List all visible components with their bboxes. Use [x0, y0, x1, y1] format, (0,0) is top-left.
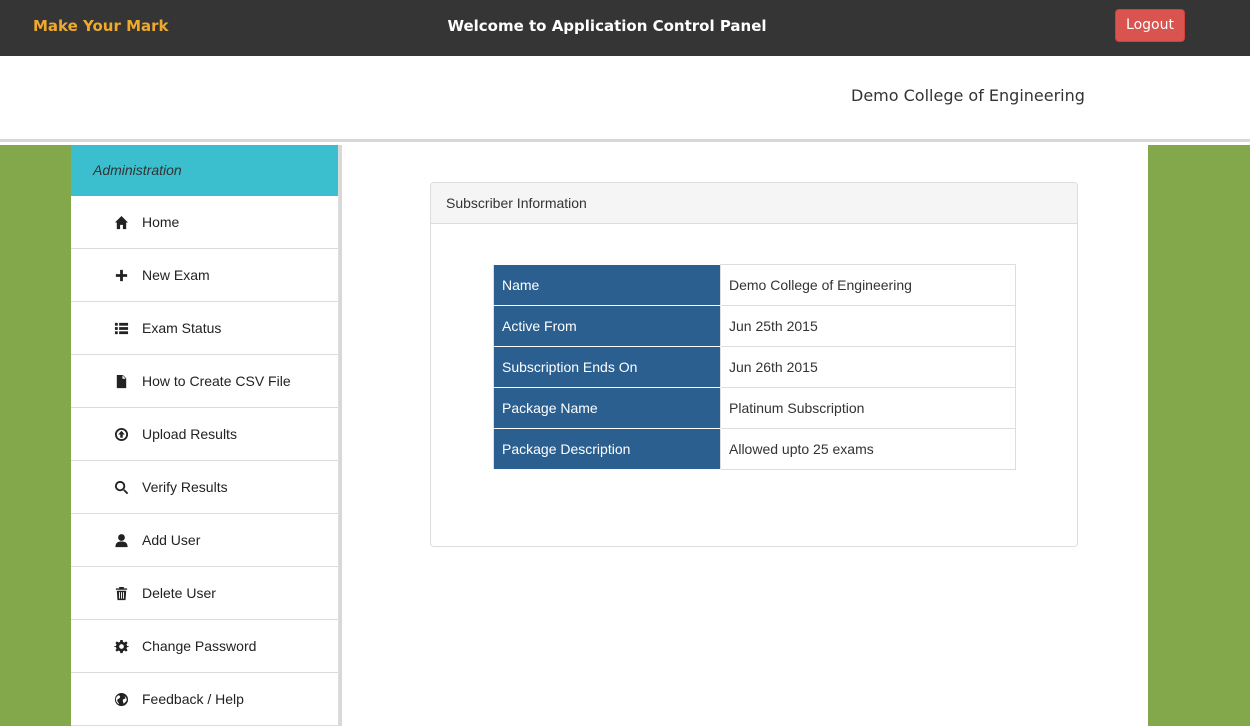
table-row: Name Demo College of Engineering	[493, 264, 1016, 306]
sidebar-item-label: Feedback / Help	[142, 691, 244, 707]
table-row: Active From Jun 25th 2015	[493, 305, 1016, 347]
sidebar-item-label: New Exam	[142, 267, 210, 283]
row-value: Allowed upto 25 exams	[720, 428, 1016, 470]
sidebar-item-change-password[interactable]: Change Password	[71, 620, 338, 673]
globe-icon	[113, 691, 129, 707]
logout-button[interactable]: Logout	[1115, 9, 1185, 42]
background-right	[1148, 145, 1250, 726]
row-key: Subscription Ends On	[493, 346, 721, 388]
sidebar-item-new-exam[interactable]: New Exam	[71, 249, 338, 302]
sidebar-item-csv-help[interactable]: How to Create CSV File	[71, 355, 338, 408]
sub-header: Demo College of Engineering	[0, 56, 1250, 142]
row-key: Active From	[493, 305, 721, 347]
table-row: Package Description Allowed upto 25 exam…	[493, 428, 1016, 470]
row-value: Platinum Subscription	[720, 387, 1016, 429]
file-icon	[113, 373, 129, 389]
sidebar-item-label: Home	[142, 214, 180, 230]
sidebar-item-label: Delete User	[142, 585, 216, 601]
home-icon	[113, 214, 129, 230]
background-left	[0, 145, 71, 726]
row-key: Package Description	[493, 428, 721, 470]
sidebar-item-label: Exam Status	[142, 320, 222, 336]
top-navbar: Make Your Mark Welcome to Application Co…	[0, 0, 1250, 56]
row-value: Demo College of Engineering	[720, 264, 1016, 306]
sidebar-item-label: Verify Results	[142, 479, 228, 495]
row-value: Jun 25th 2015	[720, 305, 1016, 347]
sidebar-item-label: Change Password	[142, 638, 257, 654]
row-key: Package Name	[493, 387, 721, 429]
table-row: Subscription Ends On Jun 26th 2015	[493, 346, 1016, 388]
sidebar-item-label: Upload Results	[142, 426, 237, 442]
plus-icon	[113, 267, 129, 283]
sidebar-item-exam-status[interactable]: Exam Status	[71, 302, 338, 355]
sidebar-item-label: How to Create CSV File	[142, 373, 291, 389]
sidebar-item-add-user[interactable]: Add User	[71, 514, 338, 567]
trash-icon	[113, 585, 129, 601]
welcome-title: Welcome to Application Control Panel	[447, 17, 767, 35]
list-icon	[113, 320, 129, 336]
row-value: Jun 26th 2015	[720, 346, 1016, 388]
table-row: Package Name Platinum Subscription	[493, 387, 1016, 429]
sidebar: Administration Home New Exam Exam Status…	[71, 145, 339, 726]
sidebar-heading: Administration	[71, 145, 338, 196]
upload-icon	[113, 426, 129, 442]
gear-icon	[113, 638, 129, 654]
subscriber-info-table: Name Demo College of Engineering Active …	[493, 264, 1016, 470]
sidebar-item-verify-results[interactable]: Verify Results	[71, 461, 338, 514]
user-icon	[113, 532, 129, 548]
panel-title: Subscriber Information	[431, 183, 1077, 224]
college-name: Demo College of Engineering	[851, 86, 1085, 105]
sidebar-item-label: Add User	[142, 532, 201, 548]
sidebar-item-home[interactable]: Home	[71, 196, 338, 249]
search-icon	[113, 479, 129, 495]
sidebar-item-upload-results[interactable]: Upload Results	[71, 408, 338, 461]
sidebar-item-delete-user[interactable]: Delete User	[71, 567, 338, 620]
sidebar-item-feedback-help[interactable]: Feedback / Help	[71, 673, 338, 726]
row-key: Name	[493, 264, 721, 306]
